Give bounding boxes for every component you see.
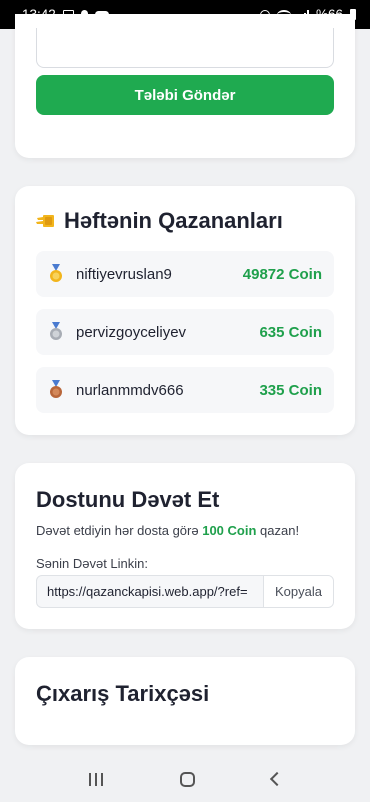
money-wings-icon — [36, 215, 54, 227]
submit-request-button[interactable]: Tələbi Göndər — [36, 75, 334, 115]
winner-row: niftiyevruslan9 49872 Coin — [36, 251, 334, 297]
winner-coins: 335 Coin — [259, 381, 322, 399]
invite-title: Dostunu Dəvət Et — [36, 487, 220, 512]
copy-link-button[interactable]: Kopyala — [263, 576, 333, 607]
bronze-medal-icon — [50, 380, 62, 398]
invite-desc-end: qazan! — [256, 523, 300, 538]
winner-coins: 635 Coin — [259, 323, 322, 341]
winner-username: niftiyevruslan9 — [76, 265, 172, 283]
system-nav-bar — [0, 756, 370, 802]
withdrawal-history-card: Çıxarış Tarixçəsi — [15, 657, 355, 745]
winner-username: nurlanmmdv666 — [76, 381, 184, 399]
recents-icon[interactable] — [88, 772, 103, 786]
invite-link-label: Sənin Dəvət Linkin: — [36, 556, 149, 571]
invite-link-field[interactable]: https://qazanckapisi.web.app/?ref= — [37, 576, 263, 607]
invite-reward: 100 Coin — [202, 523, 257, 538]
weekly-winners-card: Həftənin Qazananları niftiyevruslan9 498… — [15, 186, 355, 435]
request-textarea[interactable] — [36, 28, 334, 68]
winner-row: pervizgoyceliyev 635 Coin — [36, 309, 334, 355]
invite-friend-card: Dostunu Dəvət Et Dəvət etdiyin hər dosta… — [15, 463, 355, 629]
winners-title: Həftənin Qazananları — [64, 208, 283, 233]
back-icon[interactable] — [269, 771, 284, 787]
invite-description: Dəvət etdiyin hər dosta görə 100 Coin qa… — [36, 523, 299, 538]
home-icon[interactable] — [179, 771, 195, 787]
invite-link-group: https://qazanckapisi.web.app/?ref= Kopya… — [36, 575, 334, 608]
invite-desc-text: Dəvət etdiyin hər dosta görə — [36, 523, 203, 538]
request-form-card: Tələbi Göndər — [15, 14, 355, 158]
winner-coins: 49872 Coin — [242, 265, 322, 283]
winners-heading: Həftənin Qazananları — [36, 208, 283, 234]
winner-username: pervizgoyceliyev — [76, 323, 187, 341]
gold-medal-icon — [50, 264, 62, 282]
history-title: Çıxarış Tarixçəsi — [36, 681, 210, 706]
silver-medal-icon — [50, 322, 62, 340]
winner-row: nurlanmmdv666 335 Coin — [36, 367, 334, 413]
